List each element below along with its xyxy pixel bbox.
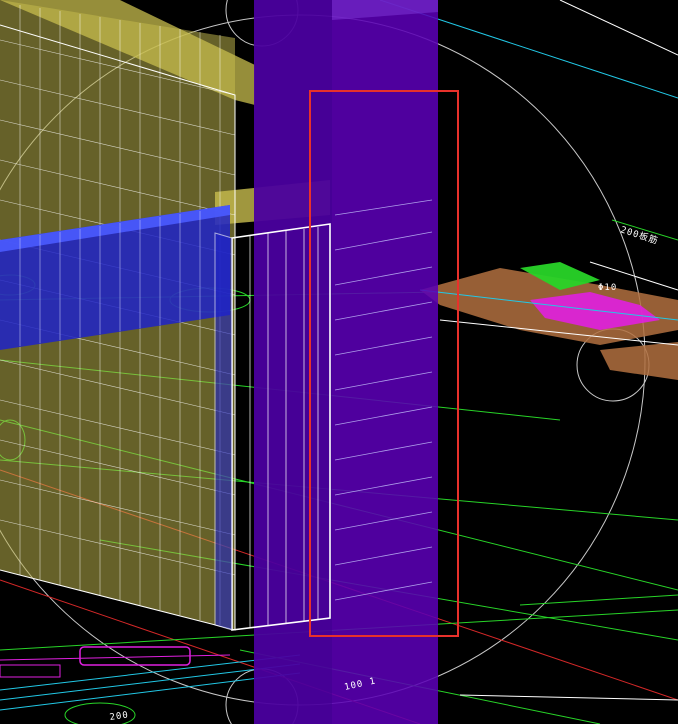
label-bottom: 200 <box>109 710 129 723</box>
cad-3d-viewport[interactable]: 200板筋 Φ10 100 1 200 <box>0 0 678 724</box>
selection-box[interactable] <box>309 90 459 637</box>
label-dim: Φ10 <box>598 283 617 293</box>
